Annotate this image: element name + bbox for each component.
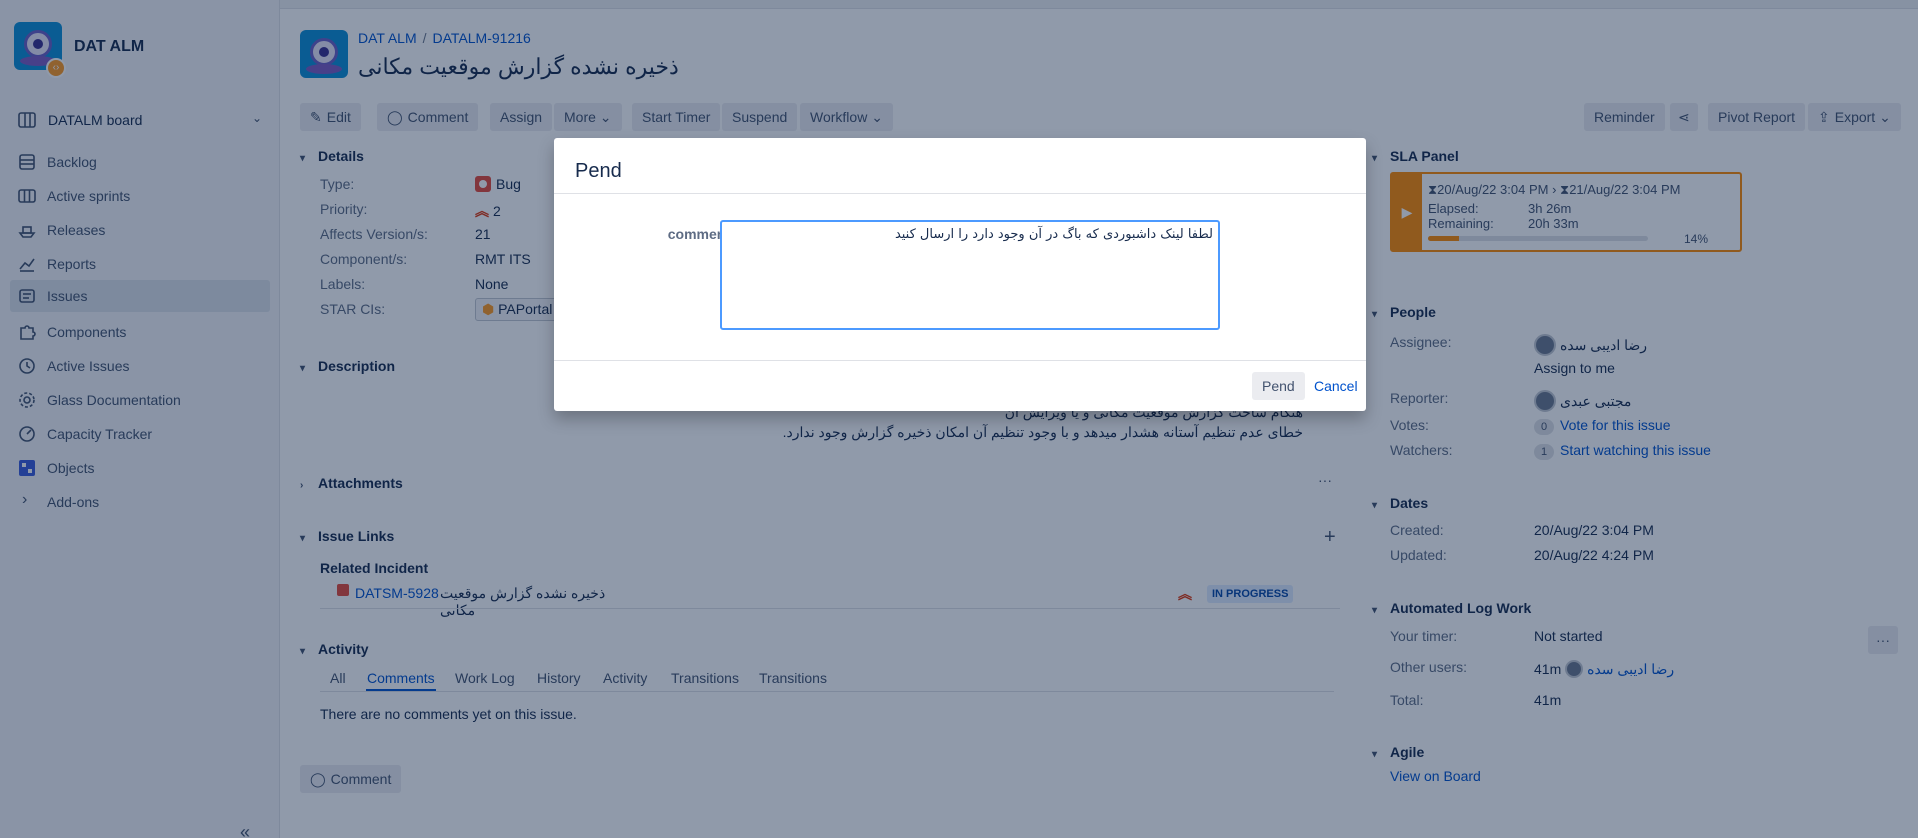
modal-overlay[interactable]	[0, 0, 1918, 838]
dialog-footer-divider	[554, 360, 1366, 361]
comment-textarea[interactable]	[720, 220, 1220, 330]
dialog-title: Pend	[575, 160, 622, 182]
comment-field-label: comment	[667, 226, 730, 242]
pend-submit-button[interactable]: Pend	[1252, 372, 1305, 400]
dialog-header-divider	[554, 193, 1366, 194]
pend-dialog: Pend comment Pend Cancel	[554, 138, 1366, 411]
cancel-link[interactable]: Cancel	[1314, 378, 1358, 394]
